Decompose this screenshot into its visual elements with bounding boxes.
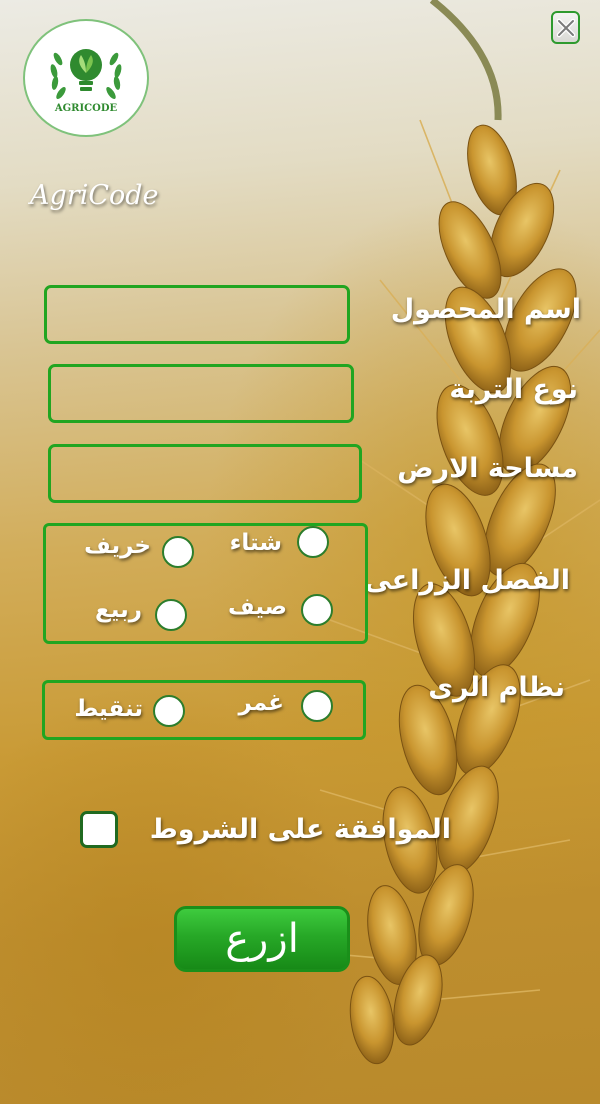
season-option-label: خريف [84, 533, 151, 559]
land-area-label: مساحة الارض [397, 453, 578, 484]
season-radio-winter[interactable] [297, 526, 329, 558]
irrigation-option-label: غمر [238, 690, 284, 716]
season-radio-summer[interactable] [301, 594, 333, 626]
close-icon [556, 18, 575, 37]
season-radio-autumn[interactable] [162, 536, 194, 568]
soil-type-label: نوع التربة [449, 374, 578, 405]
irrigation-radio-flood[interactable] [301, 690, 333, 722]
season-option-label: صيف [227, 594, 287, 620]
season-option-label: ربيع [95, 597, 142, 623]
terms-label: الموافقة على الشروط [149, 814, 451, 845]
season-option-label: شتاء [229, 530, 282, 556]
terms-checkbox[interactable] [80, 811, 118, 848]
close-button[interactable] [551, 11, 580, 44]
crop-name-input[interactable] [44, 285, 350, 344]
crop-name-label: اسم المحصول [390, 294, 581, 325]
irrigation-radio-drip[interactable] [153, 695, 185, 727]
irrigation-label: نظام الرى [428, 672, 565, 703]
land-area-input[interactable] [48, 444, 362, 503]
plant-submit-button[interactable]: ازرع [174, 906, 350, 972]
irrigation-option-label: تنقيط [74, 696, 143, 722]
season-radio-spring[interactable] [155, 599, 187, 631]
logo-emblem-icon [50, 49, 122, 99]
app-title: AgriCode [30, 180, 159, 211]
season-label: الفصل الزراعى [364, 565, 570, 596]
logo-text: AGRICODE [54, 103, 118, 114]
app-logo: AGRICODE [23, 19, 149, 137]
soil-type-input[interactable] [48, 364, 354, 423]
